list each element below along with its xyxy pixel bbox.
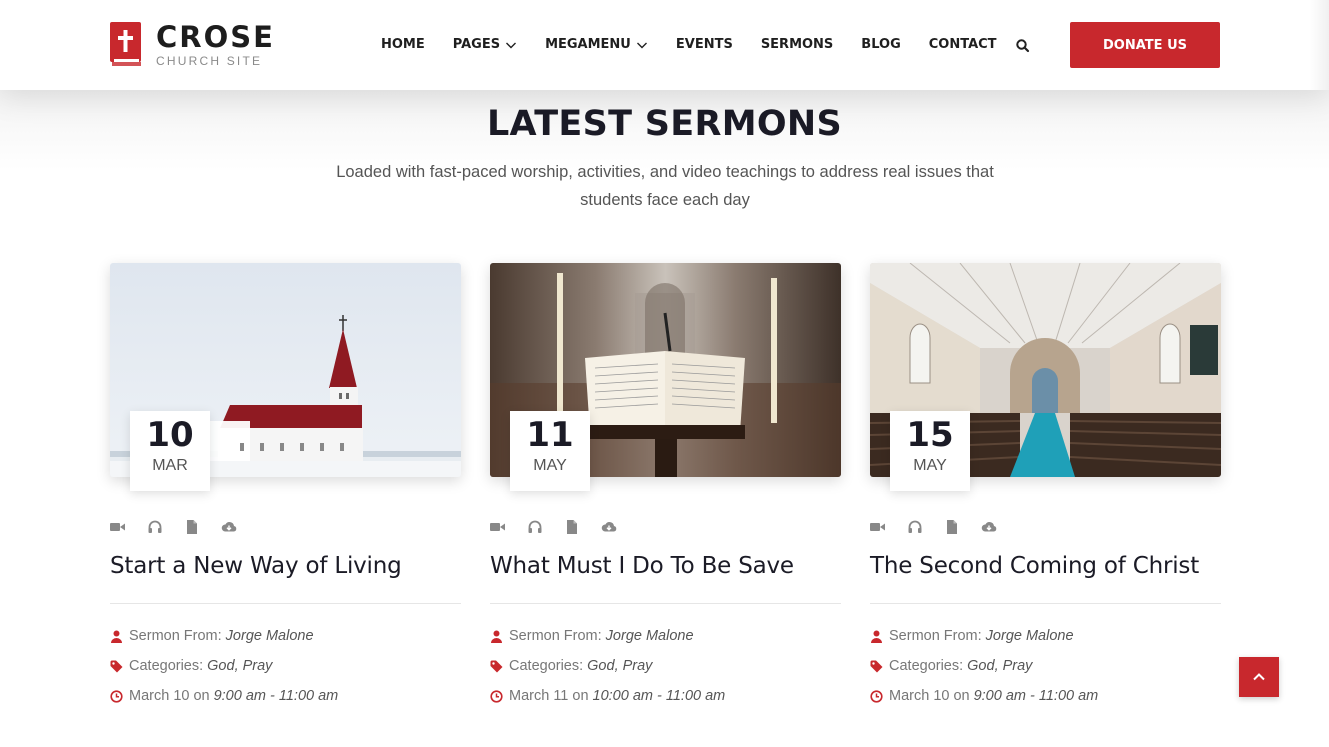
back-to-top-button[interactable] <box>1239 657 1279 697</box>
media-links <box>870 519 1018 535</box>
video-icon[interactable] <box>490 519 506 535</box>
nav-label: PAGES <box>452 37 501 52</box>
nav-label: HOME <box>381 37 425 52</box>
brand-tagline: CHURCH SITE <box>156 54 263 68</box>
document-icon[interactable] <box>944 519 960 535</box>
date-month: MAY <box>533 457 567 474</box>
date-day: 11 <box>526 415 574 455</box>
meta-label: Sermon From: <box>509 628 602 644</box>
divider <box>870 603 1221 604</box>
document-icon[interactable] <box>184 519 200 535</box>
tag-icon <box>870 660 883 673</box>
divider <box>110 603 461 604</box>
chevron-up-icon <box>1253 673 1265 681</box>
speaker-name[interactable]: Jorge Malone <box>606 628 694 644</box>
meta-on: on <box>953 688 970 704</box>
date-month: MAY <box>913 457 947 474</box>
meta-date: March 11 <box>509 688 569 704</box>
date-badge: 10 MAR <box>130 411 210 491</box>
sermon-time-range: 9:00 am - 11:00 am <box>973 688 1099 704</box>
sermon-speaker: Sermon From: Jorge Malone <box>490 628 694 644</box>
sermon-title[interactable]: What Must I Do To Be Save <box>490 553 850 579</box>
cloud-download-icon[interactable] <box>601 519 617 535</box>
sermon-time: March 10 on 9:00 am - 11:00 am <box>110 688 338 704</box>
media-links <box>110 519 258 535</box>
tag-icon <box>110 660 123 673</box>
nav-megamenu[interactable]: MEGAMENU <box>545 37 648 52</box>
bible-logo-icon <box>110 22 142 66</box>
date-badge: 15 MAY <box>890 411 970 491</box>
donate-button[interactable]: DONATE US <box>1070 22 1220 68</box>
clock-icon <box>110 689 123 703</box>
date-month: MAR <box>152 457 188 474</box>
brand-name: CROSE <box>156 20 275 54</box>
category-links[interactable]: God, Pray <box>207 658 272 674</box>
nav-sermons[interactable]: SERMONS <box>761 37 833 52</box>
clock-icon <box>870 689 883 703</box>
sermon-categories: Categories: God, Pray <box>490 658 652 674</box>
user-icon <box>110 630 123 643</box>
search-icon[interactable] <box>1015 38 1031 54</box>
date-day: 10 <box>146 415 194 455</box>
main-nav: HOME PAGES MEGAMENU EVENTS SERMONS BLOG … <box>381 37 1025 52</box>
sermon-categories: Categories: God, Pray <box>110 658 272 674</box>
meta-label: Categories: <box>509 658 584 674</box>
site-header: CROSE CHURCH SITE HOME PAGES MEGAMENU EV… <box>0 0 1329 90</box>
meta-label: Categories: <box>889 658 964 674</box>
nav-label: CONTACT <box>928 37 997 52</box>
sermon-title[interactable]: Start a New Way of Living <box>110 553 470 579</box>
nav-label: EVENTS <box>675 37 733 52</box>
sermon-speaker: Sermon From: Jorge Malone <box>870 628 1074 644</box>
headphones-icon[interactable] <box>527 519 543 535</box>
nav-label: SERMONS <box>760 37 834 52</box>
date-day: 15 <box>906 415 954 455</box>
nav-blog[interactable]: BLOG <box>861 37 900 52</box>
clock-icon <box>490 689 503 703</box>
headphones-icon[interactable] <box>907 519 923 535</box>
meta-date: March 10 <box>889 688 950 704</box>
sermon-categories: Categories: God, Pray <box>870 658 1032 674</box>
nav-contact[interactable]: CONTACT <box>929 37 997 52</box>
meta-date: March 10 <box>129 688 190 704</box>
logo[interactable]: CROSE CHURCH SITE <box>110 22 275 68</box>
nav-label: BLOG <box>861 37 901 52</box>
user-icon <box>870 630 883 643</box>
nav-home[interactable]: HOME <box>381 37 425 52</box>
meta-label: Categories: <box>129 658 204 674</box>
chevron-down-icon <box>506 42 517 48</box>
nav-events[interactable]: EVENTS <box>676 37 733 52</box>
chevron-down-icon <box>636 42 647 48</box>
section-subtitle: Loaded with fast-paced worship, activiti… <box>336 163 994 209</box>
sermon-time: March 10 on 9:00 am - 11:00 am <box>870 688 1098 704</box>
cloud-download-icon[interactable] <box>981 519 997 535</box>
nav-pages[interactable]: PAGES <box>453 37 517 52</box>
meta-label: Sermon From: <box>889 628 982 644</box>
section-title: LATEST SERMONS <box>486 104 843 144</box>
nav-label: MEGAMENU <box>545 37 631 52</box>
user-icon <box>490 630 503 643</box>
tag-icon <box>490 660 503 673</box>
meta-label: Sermon From: <box>129 628 222 644</box>
divider <box>490 603 841 604</box>
speaker-name[interactable]: Jorge Malone <box>986 628 1074 644</box>
sermon-speaker: Sermon From: Jorge Malone <box>110 628 314 644</box>
meta-on: on <box>193 688 210 704</box>
category-links[interactable]: God, Pray <box>967 658 1032 674</box>
cloud-download-icon[interactable] <box>221 519 237 535</box>
sermon-title[interactable]: The Second Coming of Christ <box>870 553 1230 579</box>
document-icon[interactable] <box>564 519 580 535</box>
sermon-time-range: 10:00 am - 11:00 am <box>592 688 726 704</box>
category-links[interactable]: God, Pray <box>587 658 652 674</box>
video-icon[interactable] <box>110 519 126 535</box>
header-edge-shadow <box>1309 0 1329 90</box>
video-icon[interactable] <box>870 519 886 535</box>
sermon-time: March 11 on 10:00 am - 11:00 am <box>490 688 725 704</box>
headphones-icon[interactable] <box>147 519 163 535</box>
meta-on: on <box>572 688 589 704</box>
sermon-time-range: 9:00 am - 11:00 am <box>213 688 339 704</box>
media-links <box>490 519 638 535</box>
date-badge: 11 MAY <box>510 411 590 491</box>
speaker-name[interactable]: Jorge Malone <box>226 628 314 644</box>
